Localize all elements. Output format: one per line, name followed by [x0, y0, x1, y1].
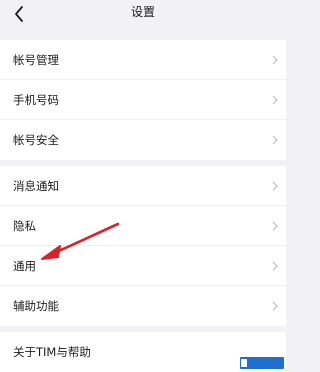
- watermark-icon: [241, 359, 247, 367]
- chevron-right-icon: [272, 135, 278, 145]
- settings-item-account-management[interactable]: 帐号管理: [0, 40, 286, 80]
- settings-item-phone-number[interactable]: 手机号码: [0, 80, 286, 120]
- settings-item-notifications[interactable]: 消息通知: [0, 166, 286, 206]
- page-title: 设置: [130, 5, 155, 19]
- settings-item-label: 关于TIM与帮助: [13, 345, 91, 359]
- settings-item-privacy[interactable]: 隐私: [0, 206, 286, 246]
- settings-item-label: 帐号安全: [13, 133, 59, 147]
- navigation-bar: 设置: [0, 0, 286, 38]
- settings-item-label: 帐号管理: [13, 53, 59, 67]
- chevron-right-icon: [272, 55, 278, 65]
- settings-group-account: 帐号管理 手机号码 帐号安全: [0, 40, 286, 160]
- settings-screen: 设置 帐号管理 手机号码 帐号安全 消息通知 隐私 通用 辅助功能 关于TIM与…: [0, 0, 286, 372]
- chevron-right-icon: [272, 181, 278, 191]
- chevron-right-icon: [272, 95, 278, 105]
- settings-item-label: 隐私: [13, 219, 36, 233]
- settings-item-label: 通用: [13, 259, 36, 273]
- watermark-logo: [240, 357, 284, 369]
- chevron-right-icon: [272, 261, 278, 271]
- settings-item-label: 辅助功能: [13, 299, 59, 313]
- settings-item-accessibility[interactable]: 辅助功能: [0, 286, 286, 326]
- settings-item-account-security[interactable]: 帐号安全: [0, 120, 286, 160]
- settings-item-label: 消息通知: [13, 179, 59, 193]
- chevron-right-icon: [272, 221, 278, 231]
- settings-item-label: 手机号码: [13, 93, 59, 107]
- settings-item-general[interactable]: 通用: [0, 246, 286, 286]
- settings-group-general: 消息通知 隐私 通用 辅助功能: [0, 166, 286, 326]
- chevron-right-icon: [272, 301, 278, 311]
